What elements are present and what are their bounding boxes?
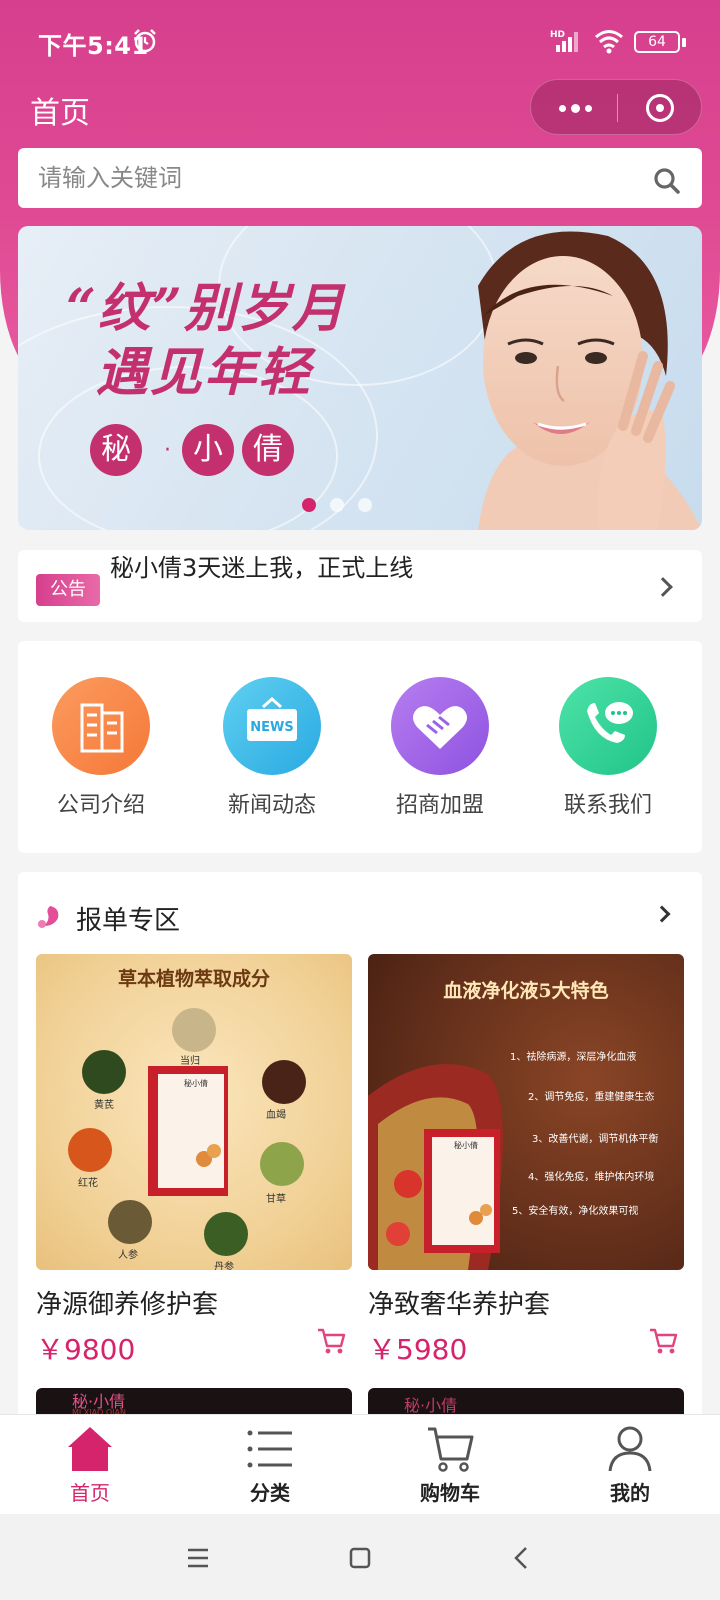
menu-icon[interactable] [178, 1538, 218, 1578]
quick-links-panel: 公司介绍 NEWS 新闻动态 招商加盟 联系我们 [18, 641, 702, 853]
chevron-right-icon [653, 577, 673, 597]
back-icon[interactable] [502, 1538, 542, 1578]
wifi-icon [595, 30, 623, 54]
quick-link-news[interactable]: NEWS 新闻动态 [201, 677, 341, 827]
miniprogram-capsule [530, 79, 702, 135]
feature-item: 2、调节免疫，重建健康生态 [528, 1092, 655, 1103]
feature-item: 1、祛除病源，深层净化血液 [510, 1052, 637, 1063]
tab-category[interactable]: 分类 [180, 1415, 360, 1515]
more-dot-icon [571, 104, 580, 113]
herb-label: 人参 [118, 1250, 138, 1261]
banner-indicator-active[interactable] [302, 498, 316, 512]
search-input[interactable] [38, 148, 638, 208]
product-image: 血液净化液5大特色 1、祛除病源，深层净化血液 2、调节免疫，重建健康生态 3、… [368, 954, 684, 1270]
tab-label: 我的 [610, 1481, 650, 1505]
product-name: 净致奢华养护套 [368, 1290, 551, 1320]
more-dot-icon [559, 105, 566, 112]
herb-illustration [68, 1008, 306, 1256]
feature-item: 4、强化免疫，维护体内环境 [528, 1172, 655, 1183]
banner-indicator[interactable] [330, 498, 344, 512]
cart-icon [428, 1427, 474, 1472]
home-button-icon[interactable] [340, 1538, 380, 1578]
announcement-bar[interactable]: 公告 秘小倩3天迷上我，正式上线 [18, 550, 702, 622]
home-icon [68, 1427, 112, 1471]
news-icon: NEWS [223, 677, 321, 775]
quick-link-franchise[interactable]: 招商加盟 [369, 677, 509, 827]
add-to-cart-icon[interactable] [648, 1326, 678, 1356]
tab-profile[interactable]: 我的 [540, 1415, 720, 1515]
banner-indicator[interactable] [358, 498, 372, 512]
system-navigation-bar [0, 1514, 720, 1600]
brand-separator: · [164, 438, 171, 463]
announcement-text: 秘小倩3天迷上我，正式上线 [110, 554, 414, 582]
quick-link-company[interactable]: 公司介绍 [30, 677, 170, 827]
herb-label: 黄芪 [94, 1100, 114, 1111]
more-dot-icon [585, 105, 592, 112]
building-icon [52, 677, 150, 775]
close-miniprogram-button[interactable] [618, 80, 703, 136]
alarm-icon [134, 29, 156, 53]
phone-chat-icon [559, 677, 657, 775]
feature-item: 5、安全有效，净化效果可视 [512, 1206, 639, 1217]
herb-label: 红花 [78, 1178, 98, 1189]
brand-char-circle: 小 [182, 424, 234, 476]
bottom-tab-bar: 首页 分类 购物车 我的 [0, 1414, 720, 1514]
battery-tip [682, 38, 686, 47]
handshake-heart-icon [391, 677, 489, 775]
promo-banner[interactable]: “纹”别岁月 遇见年轻 秘 · 小 倩 [18, 226, 702, 530]
signal-icon: HD [550, 30, 578, 52]
product-box-label: 秘小倩 [454, 1141, 478, 1150]
feature-item: 3、改善代谢，调节机体平衡 [532, 1134, 659, 1145]
herb-label: 甘草 [266, 1194, 286, 1205]
list-icon [247, 1430, 292, 1468]
flower-icon [38, 906, 59, 928]
order-zone-section: 报单专区 草本植物萃取成分 当归 黄芪 血竭 红花 甘草 人参 丹参 秘小倩 净… [18, 872, 702, 1432]
tab-label: 分类 [250, 1481, 290, 1505]
model-portrait [478, 231, 702, 530]
product-price: ￥5980 [368, 1333, 468, 1366]
blood-vessel-illustration [368, 1064, 503, 1270]
herb-label: 血竭 [266, 1110, 286, 1121]
battery-indicator: 64 [634, 31, 680, 53]
target-icon-center [656, 104, 664, 112]
herb-label: 当归 [180, 1056, 200, 1067]
add-to-cart-icon[interactable] [316, 1326, 346, 1356]
tab-cart[interactable]: 购物车 [360, 1415, 540, 1515]
tab-label: 首页 [70, 1481, 110, 1505]
search-icon[interactable] [652, 166, 682, 196]
quick-link-label: 新闻动态 [227, 793, 316, 818]
section-more-chevron-icon[interactable] [653, 905, 671, 923]
search-bar [18, 148, 702, 208]
quick-link-label: 公司介绍 [56, 793, 145, 818]
product-box-label: 秘小倩 [184, 1079, 208, 1088]
section-title: 报单专区 [76, 906, 181, 936]
network-label: HD [550, 30, 565, 40]
quick-link-label: 招商加盟 [395, 793, 484, 818]
quick-link-label: 联系我们 [563, 793, 652, 818]
product-image: 草本植物萃取成分 当归 黄芪 血竭 红花 甘草 人参 丹参 秘小倩 [36, 954, 352, 1270]
product-price: ￥9800 [36, 1333, 136, 1366]
banner-subheadline: 遇见年轻 [96, 342, 313, 403]
announcement-badge: 公告 [36, 574, 100, 606]
status-bar: 下午5:41 HD 64 [0, 0, 720, 80]
user-icon [608, 1426, 652, 1472]
tab-home[interactable]: 首页 [0, 1415, 180, 1515]
brand-char-circle: 倩 [242, 424, 294, 476]
svg-text:NEWS: NEWS [250, 720, 293, 735]
page-title: 首页 [30, 96, 90, 131]
brand-char-circle: 秘 [90, 424, 142, 476]
quick-link-contact[interactable]: 联系我们 [537, 677, 677, 827]
battery-level: 64 [648, 34, 666, 50]
tab-label: 购物车 [420, 1481, 480, 1505]
herb-label: 丹参 [214, 1262, 234, 1270]
more-button[interactable] [531, 80, 617, 136]
partial-product-brand: 秘·小倩 [404, 1396, 458, 1415]
product-name: 净源御养修护套 [36, 1290, 219, 1320]
